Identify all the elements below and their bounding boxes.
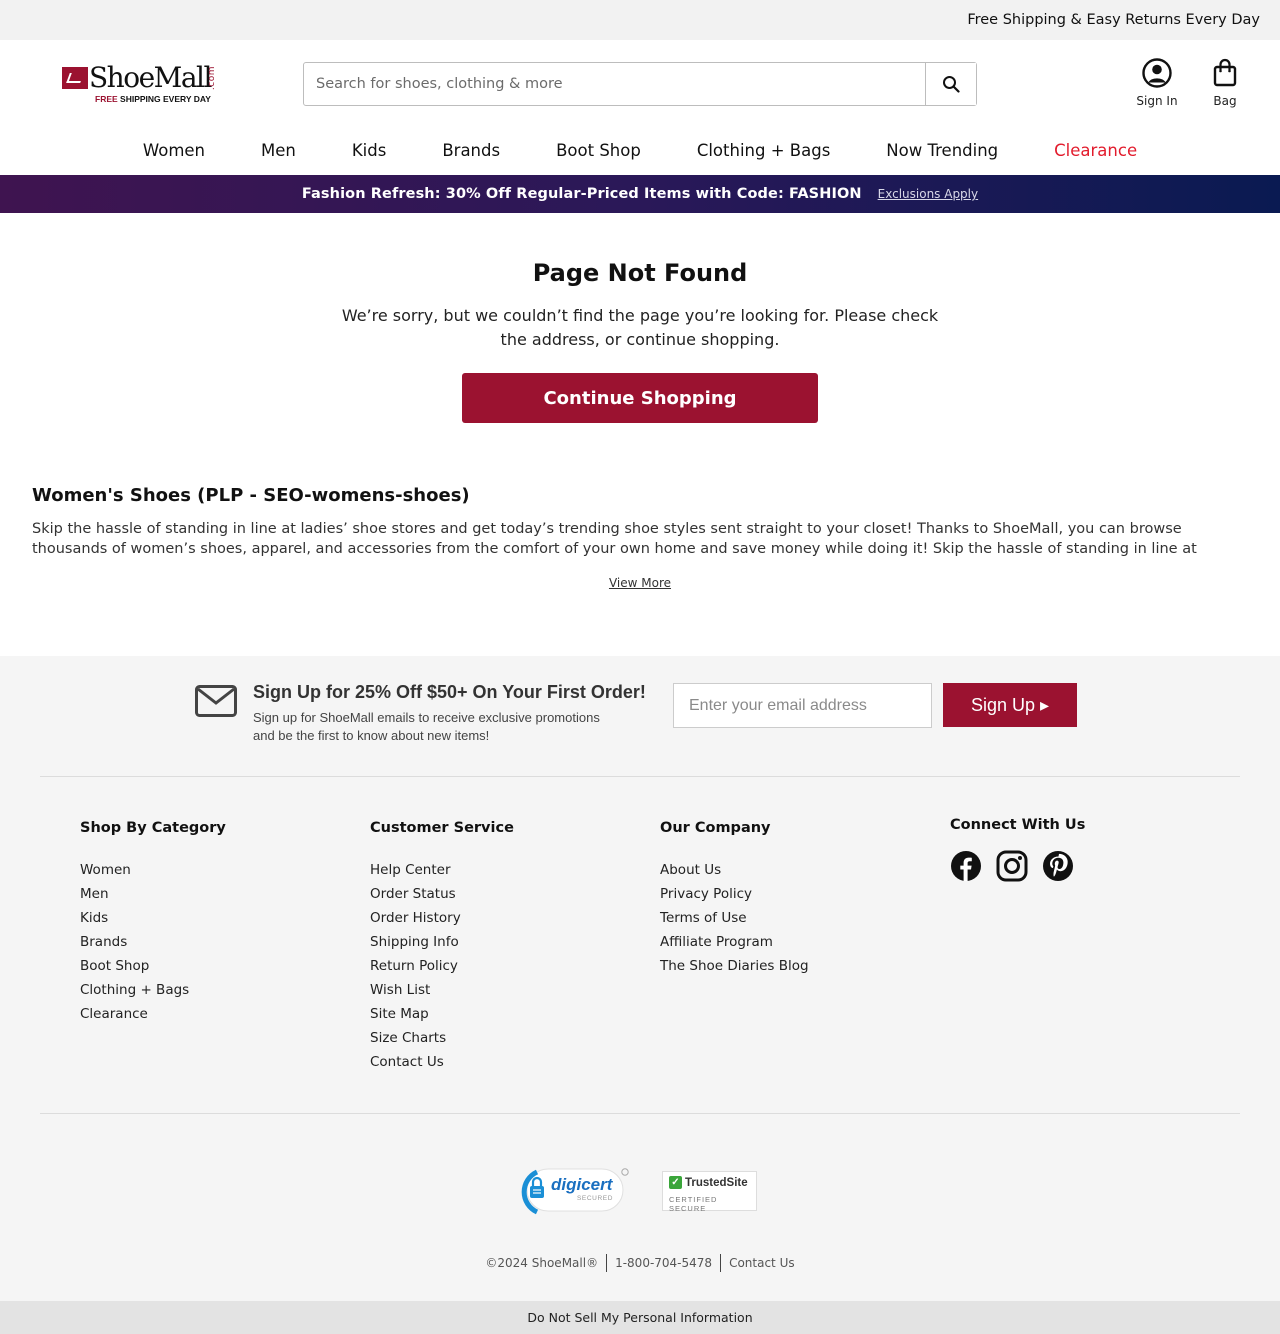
customer-service-column: Customer Service Help Center Order Statu…: [370, 820, 514, 1074]
shoemall-logo[interactable]: ShoeMall .com FREE SHIPPING EVERY DAY: [62, 61, 222, 104]
footer-link-order-status[interactable]: Order Status: [370, 882, 514, 906]
site-header: ShoeMall .com FREE SHIPPING EVERY DAY Si…: [0, 40, 1280, 126]
footer-link-privacy-policy[interactable]: Privacy Policy: [660, 882, 809, 906]
security-badges: digicert SECURED ✓ TrustedSite CERTIFIED …: [513, 1166, 757, 1216]
column-title: Shop By Category: [80, 820, 226, 836]
footer-link-clothing-bags[interactable]: Clothing + Bags: [80, 978, 226, 1002]
pinterest-icon[interactable]: [1042, 850, 1074, 886]
logo-tagline: FREE SHIPPING EVERY DAY: [95, 94, 211, 104]
seo-section: Women's Shoes (PLP - SEO-womens-shoes) S…: [0, 423, 1280, 590]
footer-link-brands[interactable]: Brands: [80, 930, 226, 954]
do-not-sell-bar: Do Not Sell My Personal Information: [0, 1301, 1280, 1334]
nav-now-trending[interactable]: Now Trending: [858, 141, 1026, 160]
exclusions-link[interactable]: Exclusions Apply: [878, 187, 979, 201]
column-title: Connect With Us: [950, 817, 1086, 833]
top-banner-text: Free Shipping & Easy Returns Every Day: [967, 12, 1260, 28]
column-title: Our Company: [660, 820, 771, 836]
instagram-icon[interactable]: [996, 850, 1028, 886]
footer-link-shoe-diaries-blog[interactable]: The Shoe Diaries Blog: [660, 954, 809, 978]
not-found-message: We’re sorry, but we couldn’t find the pa…: [341, 306, 939, 349]
logo-mark-icon: [62, 67, 88, 89]
trustedsite-badge[interactable]: ✓ TrustedSite CERTIFIED SECURE: [662, 1171, 757, 1213]
trustedsite-sublabel: CERTIFIED SECURE: [669, 1195, 718, 1213]
trustedsite-label: TrustedSite: [685, 1176, 748, 1189]
footer-link-men[interactable]: Men: [80, 882, 226, 906]
legal-contact-link[interactable]: Contact Us: [721, 1254, 803, 1272]
view-more-link[interactable]: View More: [32, 576, 1248, 590]
nav-clearance[interactable]: Clearance: [1026, 141, 1165, 160]
footer-link-clearance[interactable]: Clearance: [80, 1002, 226, 1026]
nav-boot-shop[interactable]: Boot Shop: [528, 141, 669, 160]
footer-divider: [40, 1113, 1240, 1114]
phone-link[interactable]: 1-800-704-5478: [607, 1254, 720, 1272]
bag-button[interactable]: Bag: [1205, 58, 1245, 108]
sign-in-label: Sign In: [1136, 94, 1178, 108]
digicert-badge[interactable]: digicert SECURED: [513, 1166, 631, 1216]
footer-link-return-policy[interactable]: Return Policy: [370, 954, 514, 978]
footer-link-affiliate-program[interactable]: Affiliate Program: [660, 930, 809, 954]
site-footer: Sign Up for 25% Off $50+ On Your First O…: [0, 656, 1280, 1301]
footer-link-order-history[interactable]: Order History: [370, 906, 514, 930]
main-nav: Women Men Kids Brands Boot Shop Clothing…: [0, 126, 1280, 175]
search-icon: [943, 76, 960, 93]
search-button[interactable]: [925, 63, 976, 105]
search-input[interactable]: [304, 63, 925, 105]
footer-link-wish-list[interactable]: Wish List: [370, 978, 514, 1002]
email-field[interactable]: [673, 683, 932, 728]
facebook-icon[interactable]: [950, 850, 982, 886]
legal-links: ©2024 ShoeMall® 1-800-704-5478 Contact U…: [0, 1254, 1280, 1272]
bag-label: Bag: [1213, 94, 1237, 108]
digicert-label: digicert: [551, 1175, 613, 1194]
footer-link-shipping-info[interactable]: Shipping Info: [370, 930, 514, 954]
promo-text: Fashion Refresh: 30% Off Regular-Priced …: [301, 186, 862, 202]
connect-column: Connect With Us: [950, 817, 1085, 886]
copyright-text: ©2024 ShoeMall®: [485, 1256, 599, 1270]
account-icon: [1142, 58, 1172, 88]
nav-clothing-bags[interactable]: Clothing + Bags: [669, 141, 858, 160]
footer-link-about-us[interactable]: About Us: [660, 858, 809, 882]
shop-by-category-column: Shop By Category Women Men Kids Brands B…: [80, 820, 226, 1026]
footer-divider: [40, 776, 1240, 777]
search-bar: [303, 62, 977, 106]
bag-icon: [1213, 58, 1237, 87]
top-banner: Free Shipping & Easy Returns Every Day: [0, 0, 1280, 40]
sign-up-button[interactable]: Sign Up ▸: [943, 683, 1077, 727]
continue-shopping-button[interactable]: Continue Shopping: [462, 373, 818, 423]
do-not-sell-link[interactable]: Do Not Sell My Personal Information: [527, 1310, 752, 1325]
our-company-column: Our Company About Us Privacy Policy Term…: [660, 820, 809, 978]
seo-title: Women's Shoes (PLP - SEO-womens-shoes): [32, 485, 470, 506]
nav-women[interactable]: Women: [115, 141, 233, 160]
logo-suffix: .com: [207, 66, 217, 91]
signup-description: Sign up for ShoeMall emails to receive e…: [253, 710, 600, 743]
seo-text: Skip the hassle of standing in line at l…: [32, 521, 1197, 557]
nav-kids[interactable]: Kids: [324, 141, 414, 160]
signup-title: Sign Up for 25% Off $50+ On Your First O…: [253, 682, 646, 702]
sign-in-button[interactable]: Sign In: [1130, 58, 1184, 108]
footer-link-site-map[interactable]: Site Map: [370, 1002, 514, 1026]
column-title: Customer Service: [370, 820, 514, 836]
nav-brands[interactable]: Brands: [414, 141, 528, 160]
logo-text: ShoeMall: [89, 61, 212, 94]
digicert-sublabel: SECURED: [577, 1195, 613, 1202]
mail-icon: [195, 685, 237, 717]
footer-link-kids[interactable]: Kids: [80, 906, 226, 930]
nav-men[interactable]: Men: [233, 141, 324, 160]
check-icon: ✓: [669, 1176, 682, 1189]
footer-link-women[interactable]: Women: [80, 858, 226, 882]
not-found-section: Page Not Found We’re sorry, but we could…: [0, 213, 1280, 423]
footer-link-boot-shop[interactable]: Boot Shop: [80, 954, 226, 978]
footer-link-contact-us[interactable]: Contact Us: [370, 1050, 514, 1074]
footer-link-terms-of-use[interactable]: Terms of Use: [660, 906, 809, 930]
footer-link-help-center[interactable]: Help Center: [370, 858, 514, 882]
promo-banner: Fashion Refresh: 30% Off Regular-Priced …: [0, 175, 1280, 213]
page-title: Page Not Found: [532, 259, 748, 287]
footer-link-size-charts[interactable]: Size Charts: [370, 1026, 514, 1050]
